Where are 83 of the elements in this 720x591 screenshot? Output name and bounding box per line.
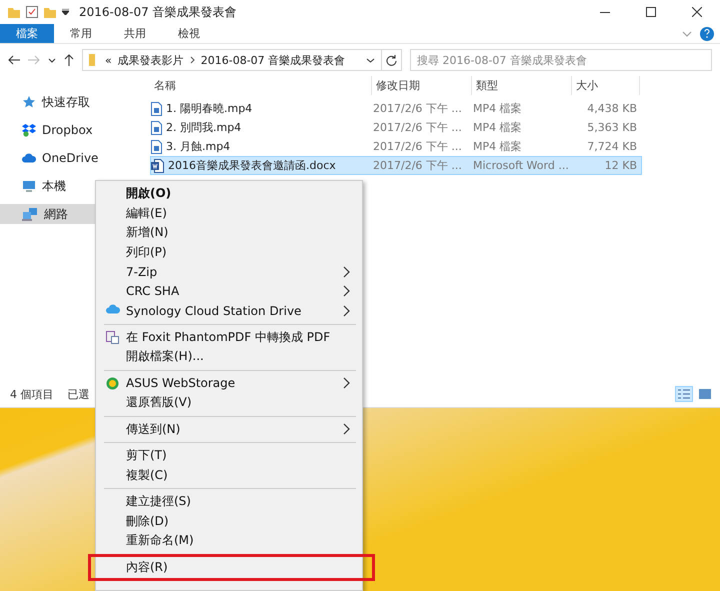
properties-icon[interactable] [26, 6, 38, 18]
menu-item[interactable]: 剪下(T) [98, 446, 360, 466]
document-convert-icon [106, 330, 119, 344]
size-cell-text: 5,363 KB [586, 121, 638, 134]
overflow-chevron[interactable]: « [105, 54, 112, 66]
date-cell-text: 2017/2/6 下午 ... [373, 101, 463, 116]
box-icon [22, 123, 36, 137]
menu-item[interactable]: Synology Cloud Station Drive [98, 301, 360, 320]
up-icon[interactable] [64, 54, 74, 66]
menu-item[interactable]: CRC SHA [98, 282, 360, 301]
video-file-icon [151, 120, 162, 134]
ribbon-tab[interactable]: 共用 [108, 24, 162, 43]
sidebar-item[interactable]: Dropbox [0, 120, 140, 140]
breadcrumb[interactable]: 2016-08-07 音樂成果發表會 [200, 52, 346, 68]
maximize-icon[interactable] [646, 7, 656, 17]
menu-item[interactable]: 傳送到(N) [98, 420, 360, 439]
menu-item[interactable]: 開啟檔案(H)... [98, 347, 360, 366]
recent-dropdown-icon[interactable] [48, 58, 56, 62]
size-cell-text: 12 KB [604, 159, 638, 172]
folder-icon [8, 6, 20, 18]
large-icons-view-button[interactable] [696, 386, 714, 402]
sidebar-item[interactable]: OneDrive [0, 148, 140, 168]
menu-item[interactable]: 複製(C) [98, 466, 360, 485]
file-name: 2016音樂成果發表會邀請函.docx [168, 158, 336, 173]
menu-item[interactable]: 建立捷徑(S) [98, 492, 360, 512]
menu-item[interactable]: 新增(N) [98, 223, 360, 242]
close-icon[interactable] [692, 7, 702, 17]
back-icon[interactable] [8, 55, 20, 65]
menu-item[interactable]: 列印(P) [98, 242, 360, 262]
circle-icon [106, 376, 119, 390]
menu-item[interactable]: 刪除(D) [98, 512, 360, 531]
menu-item[interactable]: 開啟(O) [98, 184, 360, 204]
date-cell-text: 2017/2/6 下午 ... [373, 139, 463, 154]
menu-item[interactable]: 內容(R) [98, 558, 360, 577]
search-field[interactable]: 搜尋 2016-08-07 音樂成果發表會 [410, 49, 712, 71]
refresh-icon [386, 54, 397, 66]
window-title: 2016-08-07 音樂成果發表會 [79, 4, 237, 20]
column-header[interactable]: 名稱 [150, 76, 372, 95]
menu-item[interactable]: 還原舊版(V) [98, 393, 360, 412]
menu-item[interactable]: 在 Foxit PhantomPDF 中轉換成 PDF [98, 328, 360, 347]
file-row[interactable]: 3. 月蝕.mp4 2017/2/6 下午 ... MP4 檔案 7,724 KB [150, 137, 642, 156]
details-view-button[interactable] [675, 386, 693, 402]
file-row[interactable]: 1. 陽明春曉.mp4 2017/2/6 下午 ... MP4 檔案 4,438 KB [150, 99, 642, 118]
network-icon [22, 208, 38, 220]
customize-dropdown-icon[interactable] [62, 9, 69, 15]
sidebar-item[interactable]: 快速存取 [0, 92, 140, 112]
type-cell-text: Microsoft Word ... [473, 159, 570, 172]
file-row[interactable]: 2. 別問我.mp4 2017/2/6 下午 ... MP4 檔案 5,363 KB [150, 118, 642, 137]
expand-ribbon-icon[interactable] [682, 30, 692, 36]
menu-item[interactable]: 7-Zip [98, 262, 360, 282]
video-file-icon [151, 102, 162, 116]
file-name: 3. 月蝕.mp4 [166, 139, 230, 154]
column-header[interactable]: 修改日期 [372, 76, 472, 95]
address-bar[interactable]: « 成果發表影片 2016-08-07 音樂成果發表會 [82, 49, 382, 71]
word-document-icon [151, 158, 164, 172]
column-header[interactable]: 大小 [572, 76, 640, 95]
date-cell-text: 2017/2/6 下午 ... [373, 158, 463, 173]
cloud-icon [22, 153, 36, 163]
type-cell-text: MP4 檔案 [473, 101, 523, 116]
size-cell-text: 7,724 KB [586, 140, 638, 153]
column-header[interactable]: 類型 [472, 76, 572, 95]
video-file-icon [151, 140, 162, 154]
file-name: 2. 別問我.mp4 [166, 120, 242, 135]
date-cell-text: 2017/2/6 下午 ... [373, 120, 463, 135]
ribbon-tab[interactable]: 檔案 [0, 24, 54, 43]
computer-icon [22, 180, 36, 192]
file-name: 1. 陽明春曉.mp4 [166, 101, 252, 116]
refresh-button[interactable] [382, 49, 402, 71]
type-cell-text: MP4 檔案 [473, 120, 523, 135]
address-dropdown-icon[interactable] [366, 58, 375, 62]
help-icon[interactable] [700, 26, 714, 40]
menu-item[interactable]: ASUS WebStorage [98, 374, 360, 393]
star-icon [22, 95, 36, 109]
breadcrumb[interactable]: 成果發表影片 [118, 52, 184, 68]
size-cell-text: 4,438 KB [586, 102, 638, 115]
ribbon-tab[interactable]: 常用 [54, 24, 108, 43]
selection-status: 已選 [68, 386, 90, 402]
file-row[interactable]: 2016音樂成果發表會邀請函.docx 2017/2/6 下午 ... Microsoft Word ... 12 KB [150, 156, 642, 175]
item-count: 4 個項目 [10, 386, 54, 402]
type-cell-text: MP4 檔案 [473, 139, 523, 154]
ribbon-tab[interactable]: 檢視 [162, 24, 216, 43]
cloud-icon [106, 304, 120, 314]
menu-item[interactable]: 重新命名(M) [98, 531, 360, 550]
